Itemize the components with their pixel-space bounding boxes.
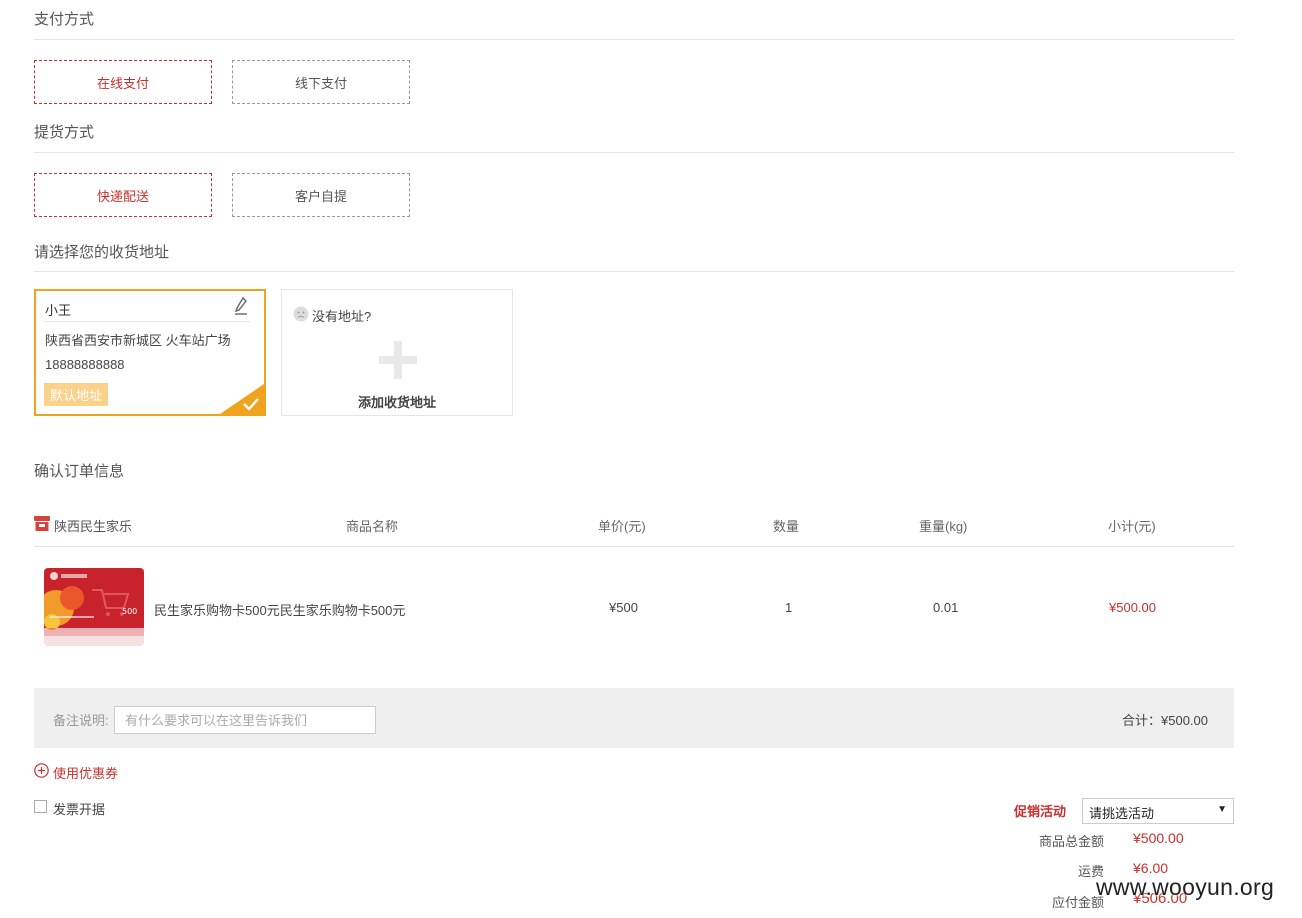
divider — [34, 271, 1234, 272]
card-value-text: 500 — [122, 607, 137, 616]
payment-section-title: 支付方式 — [34, 11, 95, 28]
product-price: ¥500 — [609, 600, 638, 615]
order-total: 合计：¥500.00 — [1122, 710, 1208, 729]
delivery-pickup-button[interactable]: 客户自提 — [232, 173, 410, 217]
column-header-qty: 数量 — [773, 519, 800, 534]
divider — [34, 546, 1234, 547]
plus-icon — [379, 356, 417, 364]
address-recipient-name: 小王 — [45, 303, 72, 318]
column-header-name: 商品名称 — [346, 519, 399, 534]
goods-total-value: ¥500.00 — [1133, 830, 1184, 846]
column-header-subtotal: 小计(元) — [1108, 519, 1156, 534]
shipping-label: 运费 — [1077, 864, 1104, 879]
divider — [44, 321, 250, 322]
product-weight: 0.01 — [933, 600, 959, 615]
payable-label: 应付金额 — [1051, 895, 1104, 910]
no-address-hint: 没有地址? — [312, 309, 372, 324]
product-qty: 1 — [785, 600, 793, 615]
goods-total-label: 商品总金额 — [1038, 834, 1104, 849]
order-total-label: 合计： — [1121, 713, 1161, 728]
delivery-section-title: 提货方式 — [34, 124, 95, 141]
plus-circle-icon[interactable] — [34, 763, 49, 778]
remark-label: 备注说明: — [53, 713, 109, 728]
address-card-selected[interactable]: 小王 陕西省西安市新城区 火车站广场 18888888888 默认地址 — [34, 289, 266, 416]
address-phone: 18888888888 — [45, 357, 125, 372]
payment-online-button[interactable]: 在线支付 — [34, 60, 212, 104]
use-coupon-link[interactable]: 使用优惠券 — [53, 763, 118, 782]
order-section-title: 确认订单信息 — [34, 463, 125, 480]
product-name[interactable]: 民生家乐购物卡500元民生家乐购物卡500元 — [154, 600, 405, 619]
chevron-down-icon: ▼ — [1217, 804, 1227, 815]
invoice-checkbox[interactable] — [34, 800, 47, 813]
promotion-select[interactable]: 请挑选活动 ▼ — [1082, 798, 1234, 824]
shop-icon — [34, 516, 50, 531]
invoice-label: 发票开据 — [53, 802, 106, 817]
product-image[interactable]: 500 — [44, 568, 144, 646]
product-subtotal: ¥500.00 — [1109, 600, 1156, 615]
add-address-label: 添加收货地址 — [357, 395, 436, 410]
default-address-badge: 默认地址 — [44, 383, 108, 406]
divider — [34, 152, 1234, 153]
promotion-label: 促销活动 — [1014, 804, 1067, 819]
address-section-title: 请选择您的收货地址 — [34, 244, 170, 261]
shop-name[interactable]: 陕西民生家乐 — [54, 516, 132, 535]
column-header-weight: 重量(kg) — [919, 519, 968, 534]
divider — [34, 39, 1234, 40]
address-detail: 陕西省西安市新城区 火车站广场 — [45, 333, 231, 348]
watermark: www.wooyun.org — [1096, 874, 1275, 900]
remark-input[interactable] — [114, 706, 376, 734]
checkmark-icon — [220, 384, 264, 414]
remark-bar: 备注说明: 合计：¥500.00 — [34, 688, 1234, 748]
promotion-select-value: 请挑选活动 — [1089, 806, 1155, 821]
column-header-price: 单价(元) — [598, 519, 646, 534]
add-address-card[interactable]: 没有地址? 添加收货地址 — [281, 289, 513, 416]
delivery-express-button[interactable]: 快递配送 — [34, 173, 212, 217]
pencil-icon[interactable] — [234, 297, 248, 315]
payment-offline-button[interactable]: 线下支付 — [232, 60, 410, 104]
order-total-value: ¥500.00 — [1161, 713, 1208, 728]
sad-face-icon — [293, 306, 309, 322]
